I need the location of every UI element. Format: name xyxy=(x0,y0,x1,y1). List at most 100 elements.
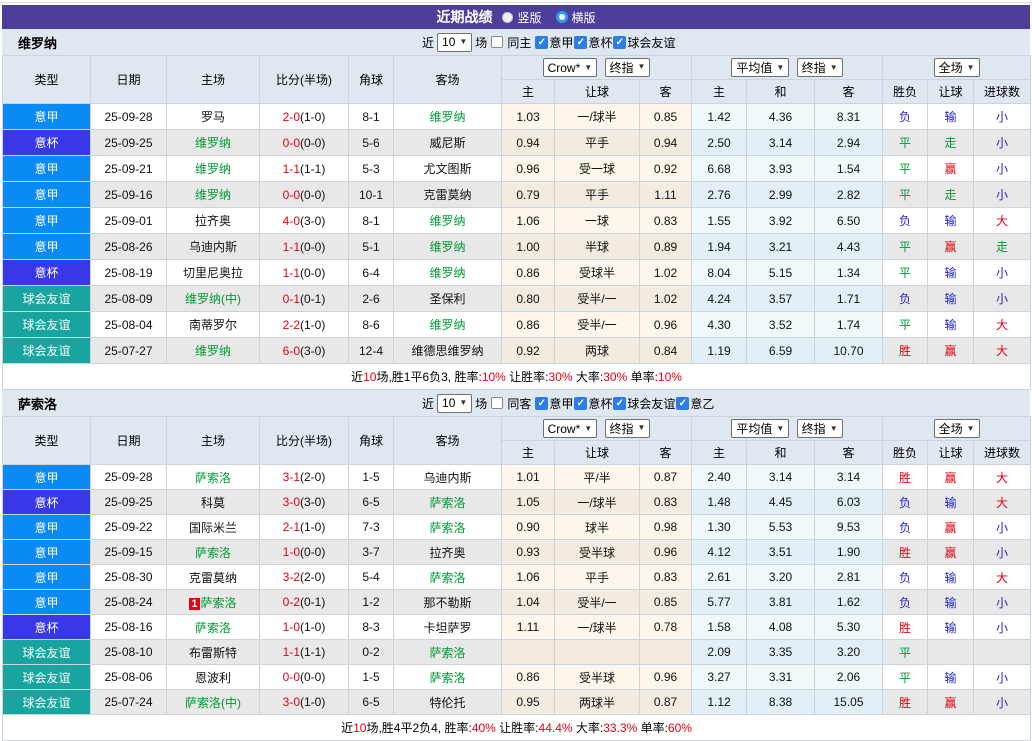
col-res-ah: 让球 xyxy=(928,441,974,465)
league-checkbox[interactable]: ✓ xyxy=(613,397,626,410)
europe-draw-odds: 2.99 xyxy=(747,182,815,208)
title-bar: 近期战绩 竖版 横版 xyxy=(2,5,1030,29)
handicap-home-odds: 0.94 xyxy=(502,130,555,156)
result-handicap: 输 xyxy=(928,208,974,234)
table-row: 意杯 25-08-16 萨索洛 1-0(1-0) 8-3 卡坦萨罗 1.11 一… xyxy=(3,615,1031,640)
section-header: 维罗纳 近 10▼ 场 同主 ✓意甲✓意杯✓球会友谊 xyxy=(2,29,1030,55)
league-checkbox-label: 球会友谊 xyxy=(627,34,675,51)
result-handicap: 输 xyxy=(928,260,974,286)
home-team: 维罗纳(中) xyxy=(167,286,260,312)
handicap-away-odds: 0.83 xyxy=(640,490,692,515)
col-ah-away: 客 xyxy=(640,80,692,104)
match-score: 1-1(1-1) xyxy=(260,640,349,665)
corner-score: 8-1 xyxy=(349,104,394,130)
result-goals: 小 xyxy=(974,690,1031,715)
match-score: 4-0(3-0) xyxy=(260,208,349,234)
result-handicap xyxy=(928,640,974,665)
europe-draw-odds: 3.92 xyxy=(747,208,815,234)
table-row: 意甲 25-08-30 克雷莫纳 3-2(2-0) 5-4 萨索洛 1.06 平… xyxy=(3,565,1031,590)
table-row: 意甲 25-09-15 萨索洛 1-0(0-0) 3-7 拉齐奥 0.93 受半… xyxy=(3,540,1031,565)
result-goals xyxy=(974,640,1031,665)
europe-draw-odds: 3.52 xyxy=(747,312,815,338)
corner-score: 0-2 xyxy=(349,640,394,665)
result-win-draw-lose: 胜 xyxy=(883,615,928,640)
result-goals: 大 xyxy=(974,312,1031,338)
result-handicap: 输 xyxy=(928,665,974,690)
final-index-select[interactable]: 终指▼ xyxy=(605,58,651,77)
result-handicap: 赢 xyxy=(928,234,974,260)
league-checkbox[interactable]: ✓ xyxy=(574,36,587,49)
average-select[interactable]: 平均值▼ xyxy=(731,419,789,438)
match-score: 0-0(0-0) xyxy=(260,182,349,208)
table-row: 意杯 25-09-25 维罗纳 0-0(0-0) 5-6 威尼斯 0.94 平手… xyxy=(3,130,1031,156)
away-team: 拉齐奥 xyxy=(394,540,502,565)
handicap-line: 受半/一 xyxy=(555,590,640,615)
radio-horizontal-layout[interactable]: 横版 xyxy=(556,9,596,26)
final-index-select[interactable]: 终指▼ xyxy=(797,419,843,438)
match-date: 25-08-16 xyxy=(91,615,167,640)
result-goals: 小 xyxy=(974,665,1031,690)
handicap-home-odds: 0.86 xyxy=(502,260,555,286)
final-index-select[interactable]: 终指▼ xyxy=(605,419,651,438)
col-ah-away: 客 xyxy=(640,441,692,465)
radio-unselected-icon[interactable] xyxy=(556,11,568,23)
europe-home-odds: 3.27 xyxy=(692,665,747,690)
result-win-draw-lose: 平 xyxy=(883,130,928,156)
result-win-draw-lose: 胜 xyxy=(883,338,928,364)
odds-company-select[interactable]: Crow*▼ xyxy=(543,419,598,438)
home-team: 南蒂罗尔 xyxy=(167,312,260,338)
match-score: 0-1(0-1) xyxy=(260,286,349,312)
handicap-line: 受半球 xyxy=(555,540,640,565)
home-team: 萨索洛 xyxy=(167,615,260,640)
team-name: 萨索洛 xyxy=(18,394,57,413)
handicap-line: 一球 xyxy=(555,208,640,234)
result-handicap: 走 xyxy=(928,130,974,156)
match-type-badge: 意甲 xyxy=(3,565,91,590)
radio-vertical-layout[interactable]: 竖版 xyxy=(502,9,541,26)
result-win-draw-lose: 负 xyxy=(883,104,928,130)
europe-home-odds: 4.12 xyxy=(692,540,747,565)
recent-count-select[interactable]: 10▼ xyxy=(437,33,472,52)
same-venue-checkbox[interactable] xyxy=(491,397,503,409)
summary-line: 近10场,胜1平6负3, 胜率:10% 让胜率:30% 大率:30% 单率:10… xyxy=(3,364,1031,390)
away-team: 威尼斯 xyxy=(394,130,502,156)
scope-select[interactable]: 全场▼ xyxy=(934,419,980,438)
radio-selected-icon[interactable] xyxy=(502,12,513,23)
europe-away-odds: 6.03 xyxy=(815,490,883,515)
league-checkbox[interactable]: ✓ xyxy=(535,397,548,410)
league-checkbox[interactable]: ✓ xyxy=(574,397,587,410)
result-handicap: 输 xyxy=(928,615,974,640)
match-date: 25-09-28 xyxy=(91,465,167,490)
league-checkbox[interactable]: ✓ xyxy=(535,36,548,49)
scope-select[interactable]: 全场▼ xyxy=(934,58,980,77)
col-ah-home: 主 xyxy=(502,80,555,104)
odds-company-select[interactable]: Crow*▼ xyxy=(543,58,598,77)
result-win-draw-lose: 平 xyxy=(883,665,928,690)
league-checkbox[interactable]: ✓ xyxy=(613,36,626,49)
table-row: 球会友谊 25-08-06 恩波利 0-0(0-0) 1-5 萨索洛 0.86 … xyxy=(3,665,1031,690)
corner-score: 3-7 xyxy=(349,540,394,565)
result-win-draw-lose: 平 xyxy=(883,234,928,260)
match-score: 2-2(1-0) xyxy=(260,312,349,338)
europe-home-odds: 2.50 xyxy=(692,130,747,156)
handicap-away-odds: 0.87 xyxy=(640,465,692,490)
result-goals: 大 xyxy=(974,338,1031,364)
home-team: 萨索洛 xyxy=(167,540,260,565)
chevron-down-icon: ▼ xyxy=(967,64,975,72)
league-checkbox[interactable]: ✓ xyxy=(676,397,689,410)
table-row: 意杯 25-09-25 科莫 3-0(3-0) 6-5 萨索洛 1.05 一/球… xyxy=(3,490,1031,515)
match-type-badge: 球会友谊 xyxy=(3,338,91,364)
handicap-home-odds: 1.04 xyxy=(502,590,555,615)
handicap-away-odds: 1.02 xyxy=(640,286,692,312)
handicap-line: 半球 xyxy=(555,234,640,260)
average-select[interactable]: 平均值▼ xyxy=(731,58,789,77)
result-goals: 小 xyxy=(974,286,1031,312)
final-index-select[interactable]: 终指▼ xyxy=(797,58,843,77)
home-team: 罗马 xyxy=(167,104,260,130)
same-venue-checkbox[interactable] xyxy=(491,36,503,48)
recent-count-select[interactable]: 10▼ xyxy=(437,394,472,413)
handicap-line: 平手 xyxy=(555,130,640,156)
europe-home-odds: 1.30 xyxy=(692,515,747,540)
home-team: 萨索洛 xyxy=(167,465,260,490)
europe-draw-odds: 4.45 xyxy=(747,490,815,515)
